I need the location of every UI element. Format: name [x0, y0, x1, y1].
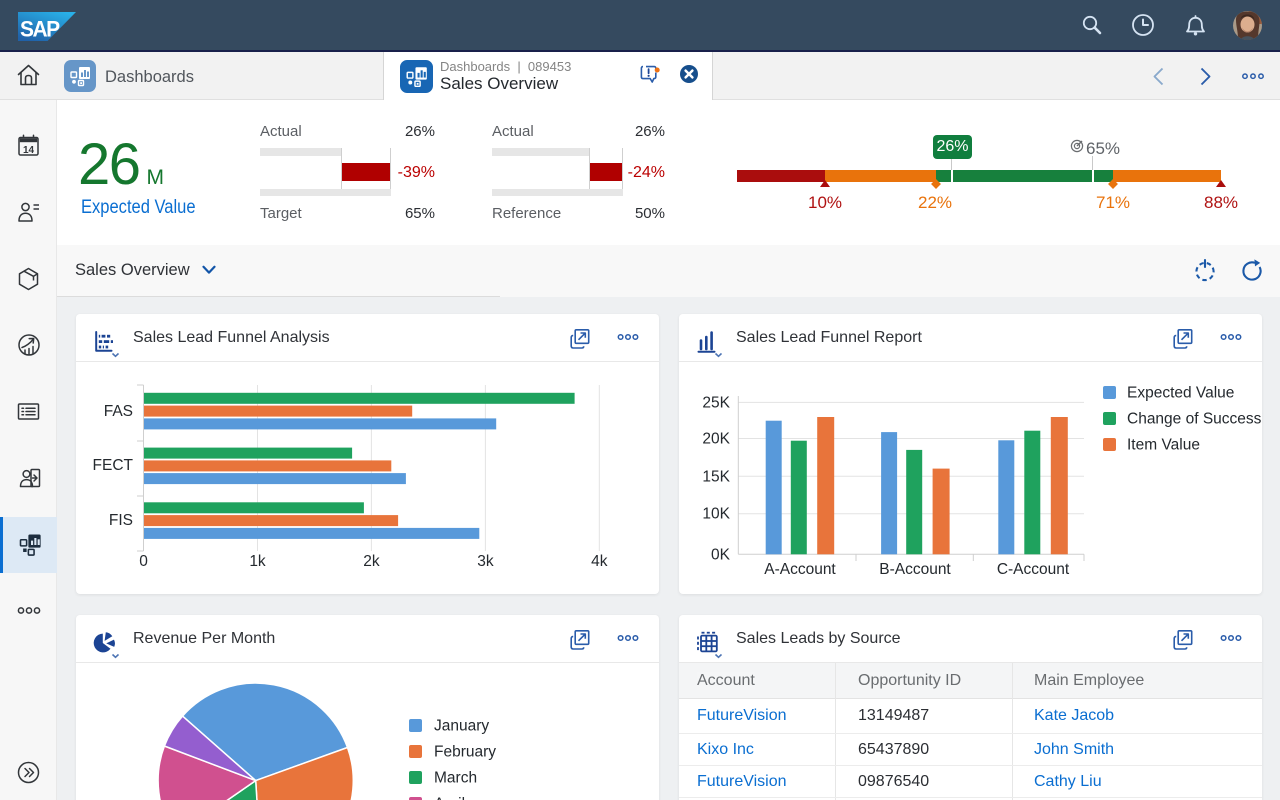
- svg-text:Item Value: Item Value: [1127, 437, 1200, 454]
- svg-text:FIS: FIS: [109, 512, 133, 529]
- svg-text:B-Account: B-Account: [879, 561, 951, 578]
- svg-text:FECT: FECT: [93, 457, 134, 474]
- svg-text:A-Account: A-Account: [764, 561, 836, 578]
- svg-text:0: 0: [139, 553, 148, 570]
- svg-text:4k: 4k: [591, 553, 608, 570]
- svg-text:FAS: FAS: [104, 403, 133, 420]
- svg-text:1k: 1k: [249, 553, 266, 570]
- svg-text:February: February: [434, 744, 496, 761]
- svg-text:2k: 2k: [363, 553, 380, 570]
- svg-text:25K: 25K: [702, 394, 730, 411]
- svg-text:C-Account: C-Account: [997, 561, 1070, 578]
- svg-text:Expected Value: Expected Value: [1127, 385, 1234, 402]
- svg-text:March: March: [434, 770, 477, 787]
- svg-text:0K: 0K: [711, 546, 731, 563]
- svg-text:January: January: [434, 718, 489, 735]
- svg-text:3k: 3k: [477, 553, 494, 570]
- svg-text:SAP: SAP: [20, 17, 60, 41]
- svg-text:April: April: [434, 796, 465, 800]
- svg-text:20K: 20K: [702, 431, 730, 448]
- svg-text:15K: 15K: [702, 468, 730, 485]
- svg-text:Change of Success: Change of Success: [1127, 411, 1262, 428]
- svg-text:14: 14: [23, 145, 35, 156]
- svg-text:10K: 10K: [702, 506, 730, 523]
